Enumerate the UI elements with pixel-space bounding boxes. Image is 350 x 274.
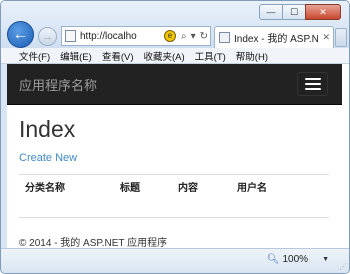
page-viewport: 应用程序名称 Index Create New 分类名称 标题 内容 用户名 ©… (7, 64, 342, 248)
forward-button[interactable]: → (38, 27, 57, 46)
minimize-button[interactable]: — (259, 4, 283, 20)
tab-page-icon (219, 32, 230, 43)
page-footer: © 2014 - 我的 ASP.NET 应用程序 (19, 238, 168, 248)
new-tab-button[interactable] (335, 28, 347, 47)
browser-window: — ☐ ✕ ← → http://localho e ⌕ ▾ ↻ Index -… (0, 0, 350, 274)
hamburger-icon-bar (304, 88, 321, 90)
zoom-magnifier-icon: 🔍︎ (266, 254, 280, 265)
hamburger-icon-bar (304, 83, 321, 85)
table-header-row: 分类名称 标题 内容 用户名 (19, 179, 329, 195)
close-button[interactable]: ✕ (305, 4, 341, 20)
browser-tab[interactable]: Index - 我的 ASP.NE ✕ (214, 26, 334, 48)
browser-chrome: — ☐ ✕ ← → http://localho e ⌕ ▾ ↻ Index -… (1, 1, 349, 48)
status-bar: 🔍︎ 100% ▼ ⋰ (1, 248, 349, 273)
table-top-rule (19, 174, 329, 175)
column-header-content: 内容 (178, 183, 198, 194)
menu-favorites[interactable]: 收藏夹(A) (143, 49, 184, 63)
hamburger-icon-bar (304, 78, 321, 80)
back-button[interactable]: ← (7, 21, 34, 48)
back-arrow-icon: ← (12, 25, 29, 43)
zoom-dropdown-icon[interactable]: ▼ (322, 256, 329, 263)
menu-help[interactable]: 帮助(H) (236, 49, 268, 63)
search-icon[interactable]: ⌕ (181, 31, 187, 42)
menu-tools[interactable]: 工具(T) (195, 49, 226, 63)
site-navbar: 应用程序名称 (7, 64, 342, 105)
zoom-control[interactable]: 🔍︎ 100% ▼ (267, 254, 329, 265)
refresh-icon[interactable]: ↻ (200, 31, 208, 42)
zoom-level: 100% (282, 254, 309, 265)
menu-view[interactable]: 查看(V) (102, 49, 134, 63)
tab-title: Index - 我的 ASP.NE (234, 34, 320, 45)
column-header-category: 分类名称 (25, 183, 65, 194)
address-bar[interactable]: http://localho e ⌕ ▾ ↻ (61, 26, 211, 46)
scroll-gutter (342, 64, 349, 248)
menu-file[interactable]: 文件(F) (19, 49, 50, 63)
column-header-title: 标题 (120, 183, 140, 194)
address-dropdown-icon[interactable]: ▾ (191, 31, 196, 42)
page-title: Index (19, 116, 76, 142)
tab-close-icon[interactable]: ✕ (322, 32, 330, 43)
page-icon (65, 30, 76, 42)
window-controls: — ☐ ✕ (259, 4, 341, 20)
resize-grip-icon[interactable]: ⋰ (339, 262, 347, 271)
site-brand[interactable]: 应用程序名称 (19, 75, 97, 94)
navbar-toggle-button[interactable] (297, 72, 328, 96)
menu-edit[interactable]: 编辑(E) (60, 49, 92, 63)
footer-rule (19, 217, 329, 218)
forward-arrow-icon: → (42, 30, 53, 43)
menu-bar: 文件(F) 编辑(E) 查看(V) 收藏夹(A) 工具(T) 帮助(H) (1, 48, 349, 64)
address-input[interactable]: http://localho (80, 31, 161, 42)
compatibility-view-icon[interactable]: e (163, 30, 176, 42)
maximize-button[interactable]: ☐ (282, 4, 306, 20)
column-header-username: 用户名 (237, 183, 267, 194)
create-new-link[interactable]: Create New (19, 152, 77, 164)
